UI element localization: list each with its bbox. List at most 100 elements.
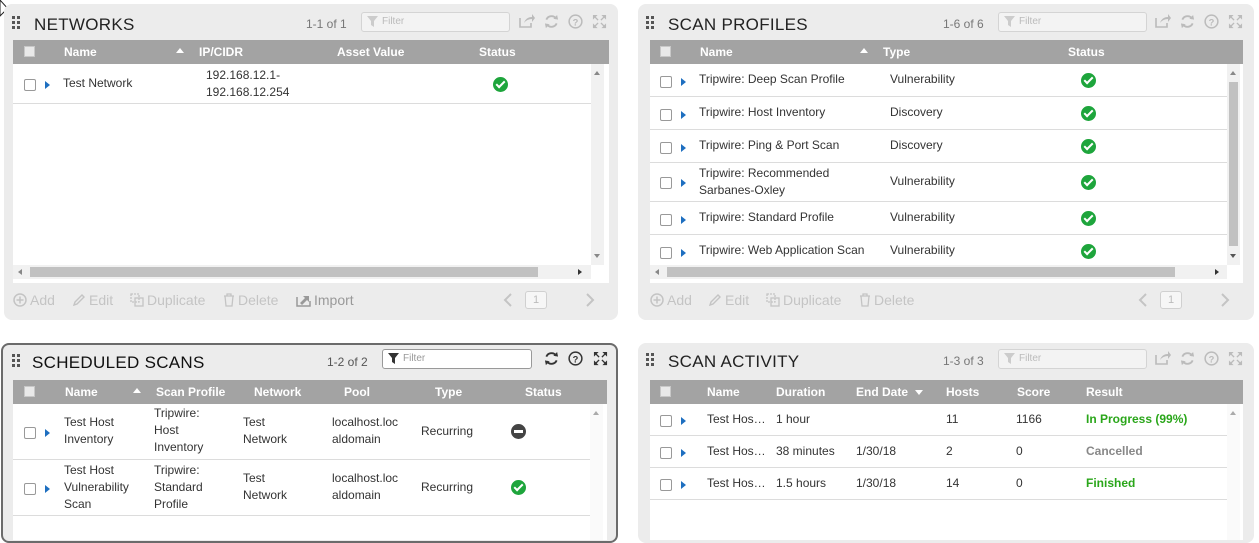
scroll-right-icon[interactable] <box>578 269 582 275</box>
table-row[interactable]: Tripwire: Standard Profile Vulnerability <box>650 202 1227 235</box>
scroll-thumb[interactable] <box>667 267 1175 277</box>
col-result[interactable]: Result <box>1086 385 1123 399</box>
maximize-icon[interactable] <box>1226 351 1244 369</box>
table-row[interactable]: Test Host Inventory Tripwire: Host Inven… <box>13 404 590 460</box>
row-checkbox[interactable] <box>660 415 672 427</box>
filter-input[interactable]: Filter <box>998 12 1147 32</box>
col-pool[interactable]: Pool <box>344 385 370 399</box>
col-asset-value[interactable]: Asset Value <box>337 45 404 59</box>
filter-input[interactable]: Filter <box>382 349 532 369</box>
row-checkbox[interactable] <box>24 79 36 91</box>
select-all-checkbox[interactable] <box>660 46 671 57</box>
filter-input[interactable]: Filter <box>998 349 1147 369</box>
vertical-scrollbar[interactable] <box>1227 404 1240 540</box>
expand-row-icon[interactable] <box>45 429 50 437</box>
scroll-up-icon[interactable] <box>1230 71 1236 75</box>
expand-row-icon[interactable] <box>45 81 50 89</box>
filter-input[interactable]: Filter <box>361 12 510 32</box>
edit-button[interactable]: Edit <box>72 292 113 308</box>
table-row[interactable]: Test Hos… 38 minutes 1/30/18 2 0 Cancell… <box>650 436 1227 468</box>
vertical-scrollbar[interactable] <box>590 404 603 540</box>
duplicate-button[interactable]: Duplicate <box>766 292 841 308</box>
drag-handle-icon[interactable] <box>12 354 24 368</box>
help-icon[interactable]: ? <box>566 351 584 369</box>
refresh-icon[interactable] <box>542 14 560 32</box>
prev-page-icon[interactable] <box>1138 293 1148 307</box>
add-button[interactable]: Add <box>650 292 692 308</box>
col-name[interactable]: Name <box>707 385 740 399</box>
expand-row-icon[interactable] <box>681 417 686 425</box>
expand-row-icon[interactable] <box>681 449 686 457</box>
col-duration[interactable]: Duration <box>776 385 825 399</box>
col-scan-profile[interactable]: Scan Profile <box>156 385 225 399</box>
next-page-icon[interactable] <box>1220 293 1230 307</box>
scroll-up-icon[interactable] <box>594 71 600 75</box>
row-checkbox[interactable] <box>660 247 672 259</box>
horizontal-scrollbar[interactable] <box>13 265 591 279</box>
horizontal-scrollbar[interactable] <box>650 265 1227 279</box>
delete-button[interactable]: Delete <box>859 292 914 308</box>
help-icon[interactable]: ? <box>1202 14 1220 32</box>
row-checkbox[interactable] <box>660 177 672 189</box>
scroll-down-icon[interactable] <box>594 254 600 258</box>
row-checkbox[interactable] <box>24 483 36 495</box>
col-type[interactable]: Type <box>883 45 910 59</box>
page-input[interactable]: 1 <box>525 291 547 309</box>
row-checkbox[interactable] <box>660 109 672 121</box>
prev-page-icon[interactable] <box>503 293 513 307</box>
table-row[interactable]: Tripwire: Host Inventory Discovery <box>650 97 1227 130</box>
col-type[interactable]: Type <box>435 385 462 399</box>
col-status[interactable]: Status <box>1068 45 1105 59</box>
add-button[interactable]: Add <box>13 292 55 308</box>
scroll-thumb[interactable] <box>30 267 538 277</box>
maximize-icon[interactable] <box>591 351 609 369</box>
col-score[interactable]: Score <box>1017 385 1050 399</box>
table-row[interactable]: Test Hos… 1 hour 11 1166 In Progress (99… <box>650 404 1227 436</box>
scroll-right-icon[interactable] <box>1215 269 1219 275</box>
select-all-checkbox[interactable] <box>24 386 35 397</box>
row-checkbox[interactable] <box>660 447 672 459</box>
scroll-up-icon[interactable] <box>593 411 599 415</box>
row-checkbox[interactable] <box>660 76 672 88</box>
refresh-icon[interactable] <box>1178 14 1196 32</box>
maximize-icon[interactable] <box>1226 14 1244 32</box>
vertical-scrollbar[interactable] <box>1227 64 1240 265</box>
table-row[interactable]: Test Hos… 1.5 hours 1/30/18 14 0 Finishe… <box>650 468 1227 500</box>
edit-button[interactable]: Edit <box>708 292 749 308</box>
delete-button[interactable]: Delete <box>223 292 278 308</box>
table-row[interactable]: Tripwire: Web Application Scan Vulnerabi… <box>650 235 1227 268</box>
col-ip-cidr[interactable]: IP/CIDR <box>199 45 243 59</box>
expand-row-icon[interactable] <box>681 78 686 86</box>
next-page-icon[interactable] <box>585 293 595 307</box>
select-all-checkbox[interactable] <box>660 386 671 397</box>
scroll-thumb[interactable] <box>1229 82 1238 246</box>
scroll-up-icon[interactable] <box>1230 411 1236 415</box>
col-hosts[interactable]: Hosts <box>946 385 979 399</box>
import-button[interactable]: Import <box>296 292 354 308</box>
row-checkbox[interactable] <box>660 479 672 491</box>
page-input[interactable]: 1 <box>1160 291 1182 309</box>
table-row[interactable]: Test Host Vulnerability Scan Tripwire: S… <box>13 460 590 516</box>
row-checkbox[interactable] <box>24 427 36 439</box>
row-checkbox[interactable] <box>660 142 672 154</box>
col-name[interactable]: Name <box>64 45 97 59</box>
duplicate-button[interactable]: Duplicate <box>130 292 205 308</box>
help-icon[interactable]: ? <box>566 14 584 32</box>
maximize-icon[interactable] <box>590 14 608 32</box>
expand-row-icon[interactable] <box>681 249 686 257</box>
expand-row-icon[interactable] <box>681 144 686 152</box>
vertical-scrollbar[interactable] <box>591 64 604 265</box>
refresh-icon[interactable] <box>1178 351 1196 369</box>
export-icon[interactable] <box>1154 14 1172 32</box>
col-network[interactable]: Network <box>254 385 301 399</box>
drag-handle-icon[interactable] <box>646 353 658 367</box>
col-status[interactable]: Status <box>525 385 562 399</box>
export-icon[interactable] <box>1154 351 1172 369</box>
expand-row-icon[interactable] <box>681 179 686 187</box>
scroll-left-icon[interactable] <box>655 269 659 275</box>
export-icon[interactable] <box>518 14 536 32</box>
table-row[interactable]: Tripwire: Ping & Port Scan Discovery <box>650 130 1227 163</box>
help-icon[interactable]: ? <box>1202 351 1220 369</box>
col-name[interactable]: Name <box>700 45 733 59</box>
select-all-checkbox[interactable] <box>24 46 35 57</box>
